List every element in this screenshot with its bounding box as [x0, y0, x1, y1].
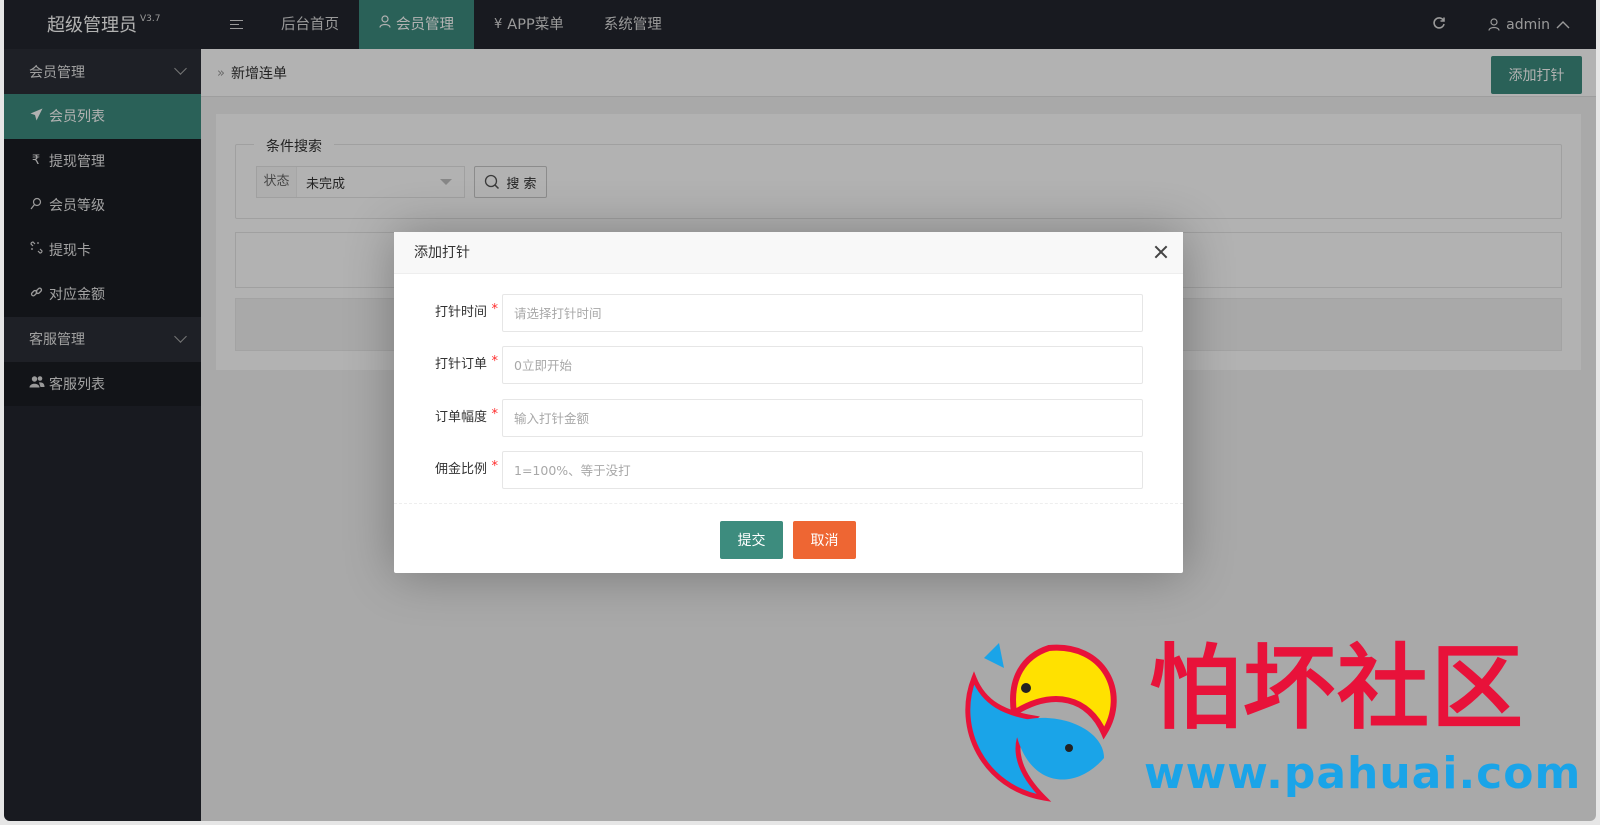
form-row-order: 打针订单 *: [394, 346, 1183, 384]
field-label: 订单幅度 *: [434, 407, 498, 425]
form-row-time: 打针时间 *: [394, 294, 1183, 332]
field-label: 打针订单 *: [434, 354, 498, 372]
submit-button[interactable]: 提交: [720, 521, 783, 559]
form-row-commission: 佣金比例 *: [394, 451, 1183, 489]
dialog-footer: 提交 取消: [394, 503, 1183, 573]
field-label: 打针时间 *: [434, 302, 498, 320]
field-label: 佣金比例 *: [434, 459, 498, 477]
fish-logo-icon: [965, 643, 1117, 802]
form-row-amount: 订单幅度 *: [394, 399, 1183, 437]
order-amount-input[interactable]: [502, 399, 1143, 437]
dialog-header: 添加打针: [394, 232, 1183, 274]
injection-time-input[interactable]: [502, 294, 1143, 332]
close-icon[interactable]: [1153, 244, 1169, 260]
commission-ratio-input[interactable]: [502, 451, 1143, 489]
app-window: 超级管理员 V3.7 后台首页 会员管理 ¥ APP菜单 系统管理 admin …: [4, 0, 1596, 821]
watermark-url: www.pahuai.com: [1144, 748, 1582, 799]
dialog-title: 添加打针: [414, 245, 470, 261]
cancel-button[interactable]: 取消: [793, 521, 856, 559]
watermark-text: 怕坏社区: [1149, 634, 1526, 742]
watermark: 怕坏社区 www.pahuai.com: [954, 638, 1594, 803]
injection-order-input[interactable]: [502, 346, 1143, 384]
add-injection-dialog: 添加打针 打针时间* 打针订单* 订单幅度* 佣金比例* 提交 取消: [394, 232, 1183, 573]
